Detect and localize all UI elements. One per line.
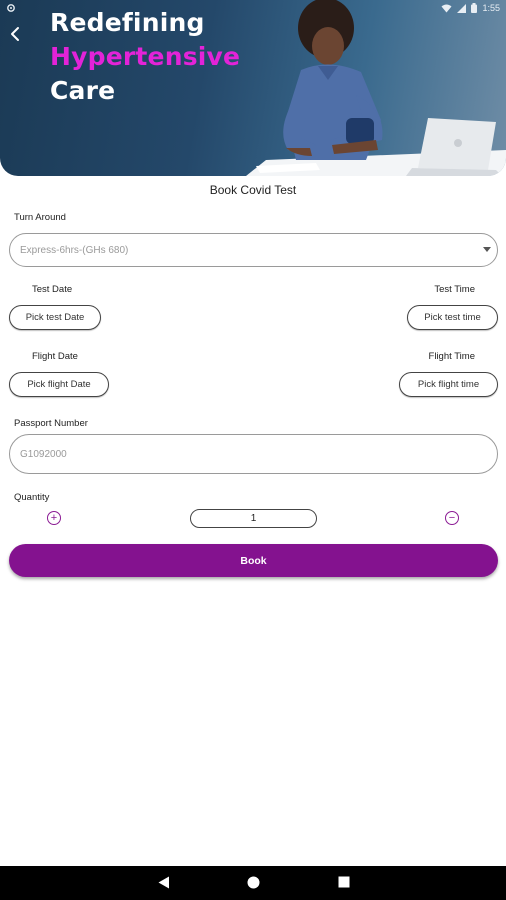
nav-recents-icon[interactable]	[338, 876, 350, 888]
status-bar: 1:55	[0, 0, 506, 16]
dropdown-caret-icon	[483, 247, 491, 252]
book-button[interactable]: Book	[9, 544, 498, 577]
hero-illustration	[246, 0, 506, 176]
minus-icon[interactable]: −	[445, 511, 459, 525]
pick-flight-time-button[interactable]: Pick flight time	[399, 372, 498, 397]
signal-icon	[457, 3, 467, 13]
flight-time-label: Flight Time	[428, 351, 475, 362]
quantity-field[interactable]: 1	[190, 509, 317, 528]
turnaround-value: Express-6hrs-(GHs 680)	[20, 244, 129, 256]
hero-banner: Redefining Hypertensive Care	[0, 0, 506, 176]
battery-icon	[471, 3, 478, 13]
passport-number-field[interactable]: G1092000	[9, 434, 498, 474]
settings-icon	[6, 3, 16, 13]
flight-date-label: Flight Date	[32, 351, 78, 362]
nav-home-icon[interactable]	[247, 876, 260, 889]
status-icons: 1:55	[441, 3, 500, 13]
nav-back-icon[interactable]	[158, 876, 170, 889]
turnaround-label: Turn Around	[14, 212, 66, 223]
hero-title-line-2: Hypertensive	[50, 42, 241, 71]
pick-test-date-button[interactable]: Pick test Date	[9, 305, 101, 330]
navigation-bar	[0, 866, 506, 900]
back-button[interactable]	[4, 22, 26, 46]
plus-icon[interactable]: +	[47, 511, 61, 525]
wifi-icon	[441, 4, 452, 13]
hero-title-line-3: Care	[50, 76, 116, 105]
test-time-label: Test Time	[434, 284, 475, 295]
pick-flight-date-button[interactable]: Pick flight Date	[9, 372, 109, 397]
status-time: 1:55	[482, 3, 500, 13]
pick-test-time-button[interactable]: Pick test time	[407, 305, 498, 330]
turnaround-select[interactable]: Express-6hrs-(GHs 680)	[9, 233, 498, 267]
passport-label: Passport Number	[14, 418, 88, 429]
back-arrow-icon	[11, 27, 19, 41]
hero-title: Redefining Hypertensive Care	[50, 6, 240, 108]
form-title: Book Covid Test	[209, 183, 297, 197]
quantity-label: Quantity	[14, 492, 50, 503]
test-date-label: Test Date	[32, 284, 73, 295]
passport-placeholder: G1092000	[20, 448, 67, 460]
